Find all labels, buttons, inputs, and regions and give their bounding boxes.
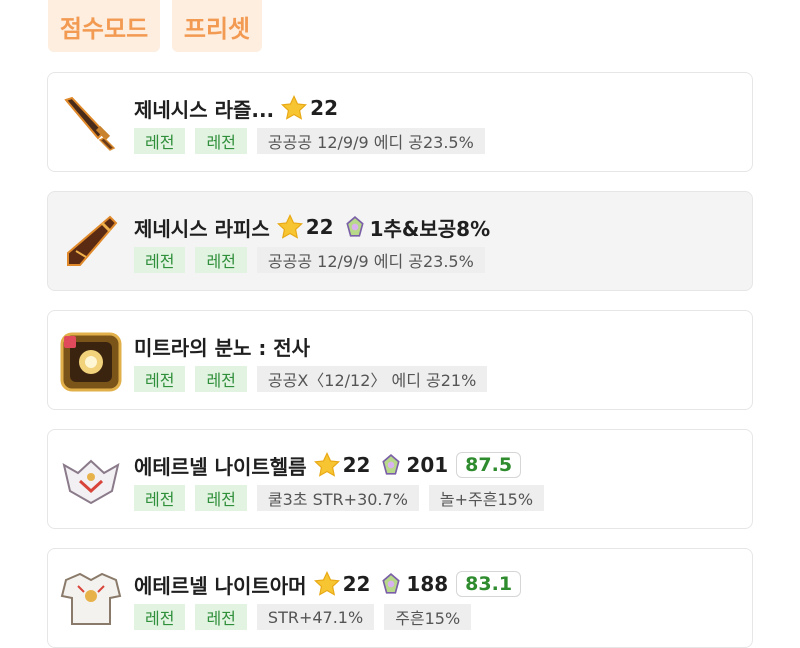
star-count: 22 <box>305 215 334 239</box>
potential-tag: 레전 <box>134 247 186 273</box>
item-card[interactable]: 에테르넬 나이트아머 22 188 83.1 레전 레전 STR+47.1% 주… <box>47 548 753 648</box>
score-badge: 83.1 <box>456 571 522 597</box>
tag-row: 레전 레전 공공X〈12/12〉 에디 공21% <box>134 366 488 392</box>
item-name: 미트라의 분노 : 전사 <box>134 335 311 360</box>
additional-potential-tag: 레전 <box>195 366 247 392</box>
star-icon <box>313 451 340 477</box>
item-card[interactable]: 에테르넬 나이트헬름 22 201 87.5 레전 레전 쿨3초 STR+30.… <box>47 429 753 529</box>
stat-summary-extra: 주흔15% <box>384 604 472 630</box>
star-count: 22 <box>310 96 338 120</box>
item-card[interactable]: 제네시스 라피스 22 1추&보공8% 레전 레전 공공공 12/9/9 에디 … <box>47 191 753 291</box>
item-title-row: 제네시스 라즐... 22 <box>134 93 338 123</box>
item-name: 에테르넬 나이트헬름 <box>134 454 307 479</box>
soul-gem-icon <box>382 454 401 475</box>
star-icon <box>281 94 308 120</box>
item-title-row: 에테르넬 나이트아머 22 188 83.1 <box>134 569 522 599</box>
stat-summary: 쿨3초 STR+30.7% <box>256 485 419 511</box>
stat-summary: STR+47.1% <box>256 604 375 630</box>
bonus-stat: 1추&보공8% <box>369 216 491 241</box>
soul-gem-icon <box>382 573 401 594</box>
soul-gem-icon <box>345 216 364 237</box>
score-mode-button[interactable]: 점수모드 <box>48 0 160 52</box>
item-card[interactable]: 미트라의 분노 : 전사 레전 레전 공공X〈12/12〉 에디 공21% <box>47 310 753 410</box>
item-name: 제네시스 라피스 <box>134 216 270 241</box>
stat-summary: 공공X〈12/12〉 에디 공21% <box>256 366 488 392</box>
emblem-icon <box>60 332 122 392</box>
item-title-row: 제네시스 라피스 22 1추&보공8% <box>134 212 490 242</box>
star-icon <box>313 570 340 596</box>
item-name: 제네시스 라즐... <box>134 97 275 122</box>
tag-row: 레전 레전 공공공 12/9/9 에디 공23.5% <box>134 128 485 154</box>
item-name: 에테르넬 나이트아머 <box>134 573 307 598</box>
potential-tag: 레전 <box>134 485 186 511</box>
star-count: 22 <box>342 572 371 596</box>
item-title-row: 에테르넬 나이트헬름 22 201 87.5 <box>134 450 522 480</box>
bonus-stat: 201 <box>406 453 449 477</box>
preset-button[interactable]: 프리셋 <box>172 0 262 52</box>
additional-potential-tag: 레전 <box>195 247 247 273</box>
additional-potential-tag: 레전 <box>195 485 247 511</box>
star-count: 22 <box>342 453 371 477</box>
sword-icon <box>64 96 116 151</box>
stat-summary-extra: 놀+주흔15% <box>428 485 545 511</box>
item-title-row: 미트라의 분노 : 전사 <box>134 331 310 361</box>
tag-row: 레전 레전 STR+47.1% 주흔15% <box>134 604 472 630</box>
stat-summary: 공공공 12/9/9 에디 공23.5% <box>256 247 485 273</box>
helmet-icon <box>62 459 120 505</box>
score-badge: 87.5 <box>456 452 522 478</box>
potential-tag: 레전 <box>134 366 186 392</box>
tag-row: 레전 레전 공공공 12/9/9 에디 공23.5% <box>134 247 485 273</box>
sword-icon <box>67 215 118 266</box>
item-card[interactable]: 제네시스 라즐... 22 레전 레전 공공공 12/9/9 에디 공23.5% <box>47 72 753 172</box>
armor-icon <box>60 572 122 625</box>
additional-potential-tag: 레전 <box>195 128 247 154</box>
additional-potential-tag: 레전 <box>195 604 247 630</box>
star-icon <box>276 213 303 239</box>
tag-row: 레전 레전 쿨3초 STR+30.7% 놀+주흔15% <box>134 485 545 511</box>
bonus-stat: 188 <box>406 572 449 596</box>
potential-tag: 레전 <box>134 128 186 154</box>
potential-tag: 레전 <box>134 604 186 630</box>
stat-summary: 공공공 12/9/9 에디 공23.5% <box>256 128 485 154</box>
